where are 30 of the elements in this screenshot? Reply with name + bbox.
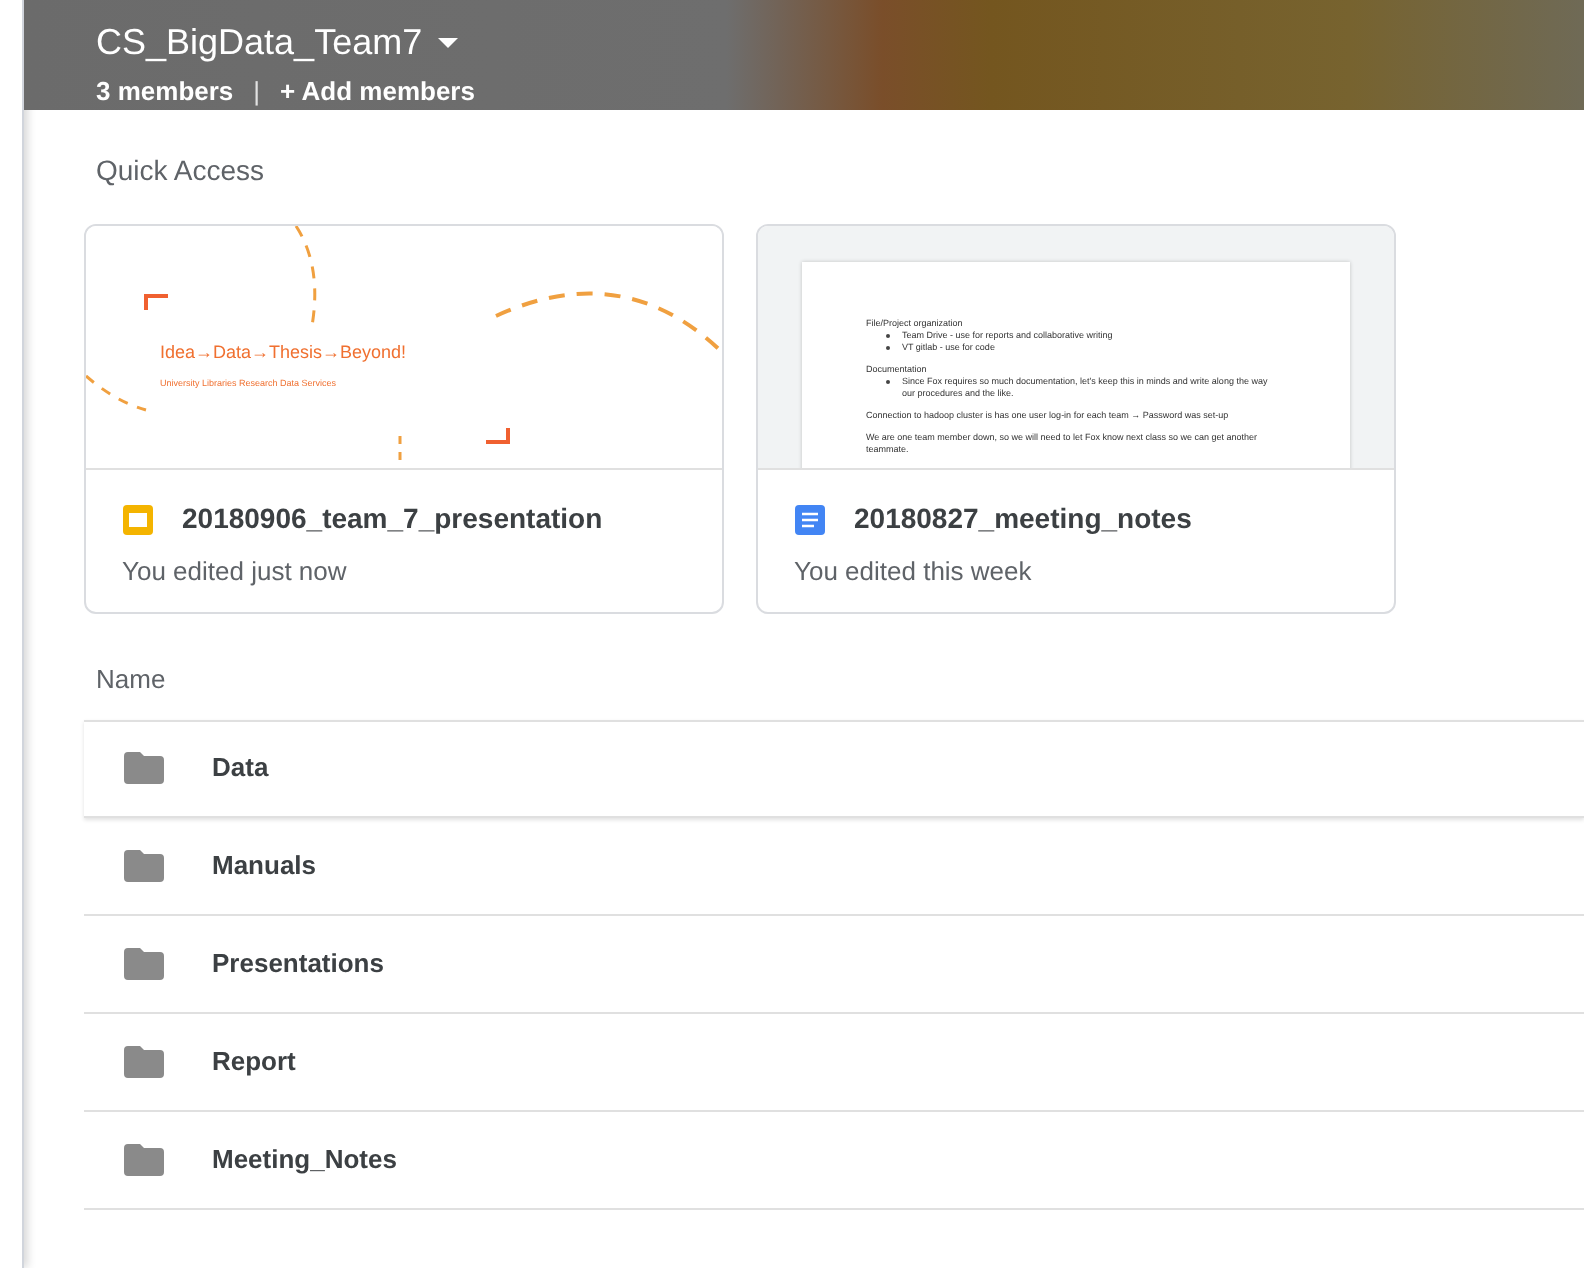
separator: |	[253, 74, 261, 110]
file-name: 20180906_team_7_presentation	[182, 500, 603, 538]
file-name: 20180827_meeting_notes	[854, 500, 1192, 538]
folder-icon	[124, 752, 164, 784]
document-icon	[794, 503, 826, 535]
folder-name: Presentations	[212, 945, 384, 982]
folder-row[interactable]: Manuals	[84, 817, 1584, 915]
add-members-link[interactable]: + Add members	[280, 72, 475, 111]
slides-icon	[122, 503, 154, 535]
folder-name: Report	[212, 1043, 296, 1080]
edit-status: You edited just now	[122, 554, 349, 590]
folder-name: Meeting_Notes	[212, 1141, 397, 1178]
section-heading: Quick Access	[94, 152, 267, 190]
folder-icon	[124, 1143, 164, 1175]
folder-name: Manuals	[212, 847, 317, 884]
folder-icon	[124, 947, 164, 979]
edit-status: You edited this week	[794, 554, 1034, 590]
slide-headline: Idea→Data→Thesis→Beyond!	[160, 340, 407, 366]
folder-row[interactable]: Data	[84, 719, 1584, 817]
file-card[interactable]	[756, 224, 1396, 614]
column-header[interactable]: Name	[84, 654, 1584, 719]
caret-icon[interactable]	[438, 38, 459, 48]
folder-icon	[124, 1045, 164, 1077]
folder-row[interactable]: Presentations	[84, 915, 1584, 1013]
team-drive-title: CS_BigData_Team7	[96, 20, 423, 66]
folder-row[interactable]: Meeting_Notes	[84, 1111, 1584, 1209]
folder-row[interactable]: Report	[84, 1013, 1584, 1111]
folder-name: Data	[212, 750, 269, 787]
member-count: 3 members	[96, 74, 234, 110]
folder-icon	[124, 849, 164, 881]
